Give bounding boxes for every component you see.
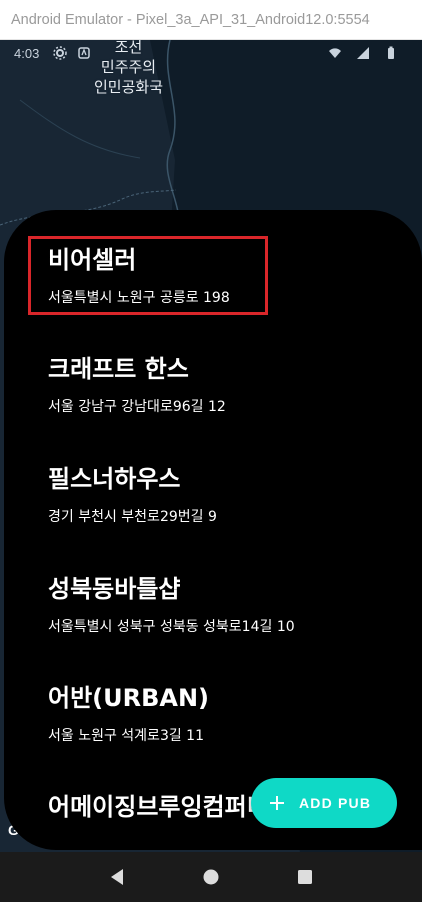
status-time: 4:03 (14, 45, 40, 61)
settings-icon (53, 46, 68, 60)
home-icon (203, 869, 219, 885)
pub-name: 필스너하우스 (48, 465, 181, 493)
plus-icon (270, 796, 284, 810)
add-pub-button[interactable]: ADD PUB (251, 778, 397, 828)
navigation-bar (0, 852, 422, 902)
pub-list-item[interactable]: 비어셀러 서울특별시 노원구 공릉로 198 (48, 245, 368, 307)
nav-recents-button[interactable] (293, 865, 317, 889)
pub-name: 크래프트 한스 (48, 355, 189, 383)
battery-icon (388, 46, 394, 59)
pub-list-item[interactable]: 성북동바틀샵 서울특별시 성북구 성북동 성북로14길 10 (48, 574, 368, 636)
pub-name: 비어셀러 (48, 246, 137, 274)
pub-list-sheet[interactable]: 비어셀러 서울특별시 노원구 공릉로 198 크래프트 한스 서울 강남구 강남… (4, 210, 422, 850)
pub-name: 어반(URBAN) (48, 684, 210, 712)
pub-address: 서울 노원구 석계로3길 11 (48, 728, 204, 744)
pub-address: 서울 강남구 강남대로96길 12 (48, 399, 226, 415)
back-icon (111, 869, 123, 885)
emulator-title-bar: Android Emulator - Pixel_3a_API_31_Andro… (0, 0, 422, 40)
signal-icon (357, 47, 369, 59)
window-title: Android Emulator - Pixel_3a_API_31_Andro… (11, 11, 370, 28)
pub-list-item[interactable]: 크래프트 한스 서울 강남구 강남대로96길 12 (48, 354, 368, 416)
pub-address: 서울특별시 성북구 성북동 성북로14길 10 (48, 619, 295, 635)
device-screen: 4:03 조선 민주주의 인민공화국 G 비어셀러 서울특별시 노원구 공릉로 … (0, 40, 422, 902)
pub-address: 서울특별시 노원구 공릉로 198 (48, 290, 230, 306)
add-pub-label: ADD PUB (299, 795, 372, 811)
nav-back-button[interactable] (105, 865, 129, 889)
map-label-line: 조선 (114, 40, 143, 56)
recents-icon (298, 870, 312, 884)
map-label: 조선 민주주의 인민공화국 (94, 40, 163, 97)
pub-list-item[interactable]: 필스너하우스 경기 부천시 부천로29번길 9 (48, 464, 368, 526)
status-bar: 4:03 (0, 40, 422, 66)
pub-address: 경기 부천시 부천로29번길 9 (48, 509, 217, 525)
nav-home-button[interactable] (199, 865, 223, 889)
notification-icon (78, 47, 91, 59)
pub-list-item[interactable]: 어반(URBAN) 서울 노원구 석계로3길 11 (48, 683, 368, 745)
pub-name: 성북동바틀샵 (48, 575, 181, 603)
map-label-line: 인민공화국 (94, 78, 164, 96)
map-label-line: 민주주의 (100, 58, 157, 76)
wifi-icon (329, 48, 341, 58)
